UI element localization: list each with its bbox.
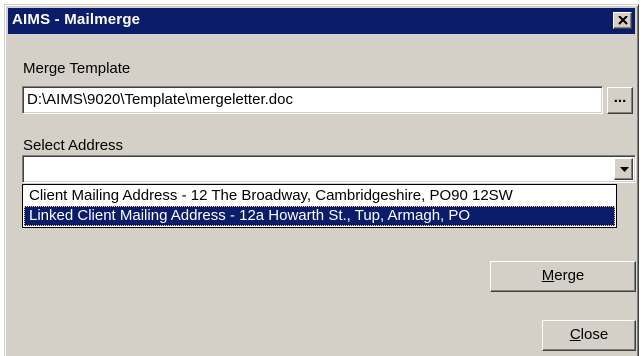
window-title: AIMS - Mailmerge: [12, 11, 141, 28]
title-bar[interactable]: AIMS - Mailmerge: [8, 8, 635, 34]
address-option-client-mailing[interactable]: Client Mailing Address - 12 The Broadway…: [24, 186, 615, 206]
merge-button-mnemonic: M: [541, 267, 555, 284]
close-button-label: lose: [580, 326, 609, 343]
select-address-label: Select Address: [23, 137, 124, 154]
select-address-dropdown-button[interactable]: [614, 158, 633, 180]
close-button[interactable]: Close: [542, 320, 636, 351]
merge-template-path: D:\AIMS\9020\Template\mergeletter.doc: [27, 91, 293, 108]
close-button-mnemonic: C: [569, 326, 581, 343]
address-dropdown-list[interactable]: Client Mailing Address - 12 The Broadway…: [22, 184, 617, 228]
select-address-combobox[interactable]: [22, 155, 636, 183]
merge-template-field[interactable]: D:\AIMS\9020\Template\mergeletter.doc: [22, 86, 603, 114]
close-icon: [618, 16, 628, 25]
mailmerge-dialog: AIMS - Mailmerge Merge Template D:\AIMS\…: [4, 4, 639, 356]
merge-button[interactable]: Merge: [490, 261, 636, 292]
merge-button-label: erge: [554, 267, 585, 284]
chevron-down-icon: [620, 167, 629, 172]
merge-template-label: Merge Template: [23, 60, 131, 77]
browse-button[interactable]: ...: [607, 87, 633, 114]
address-option-linked-client-mailing[interactable]: Linked Client Mailing Address - 12a Howa…: [24, 206, 615, 226]
window-close-button[interactable]: [613, 12, 632, 29]
